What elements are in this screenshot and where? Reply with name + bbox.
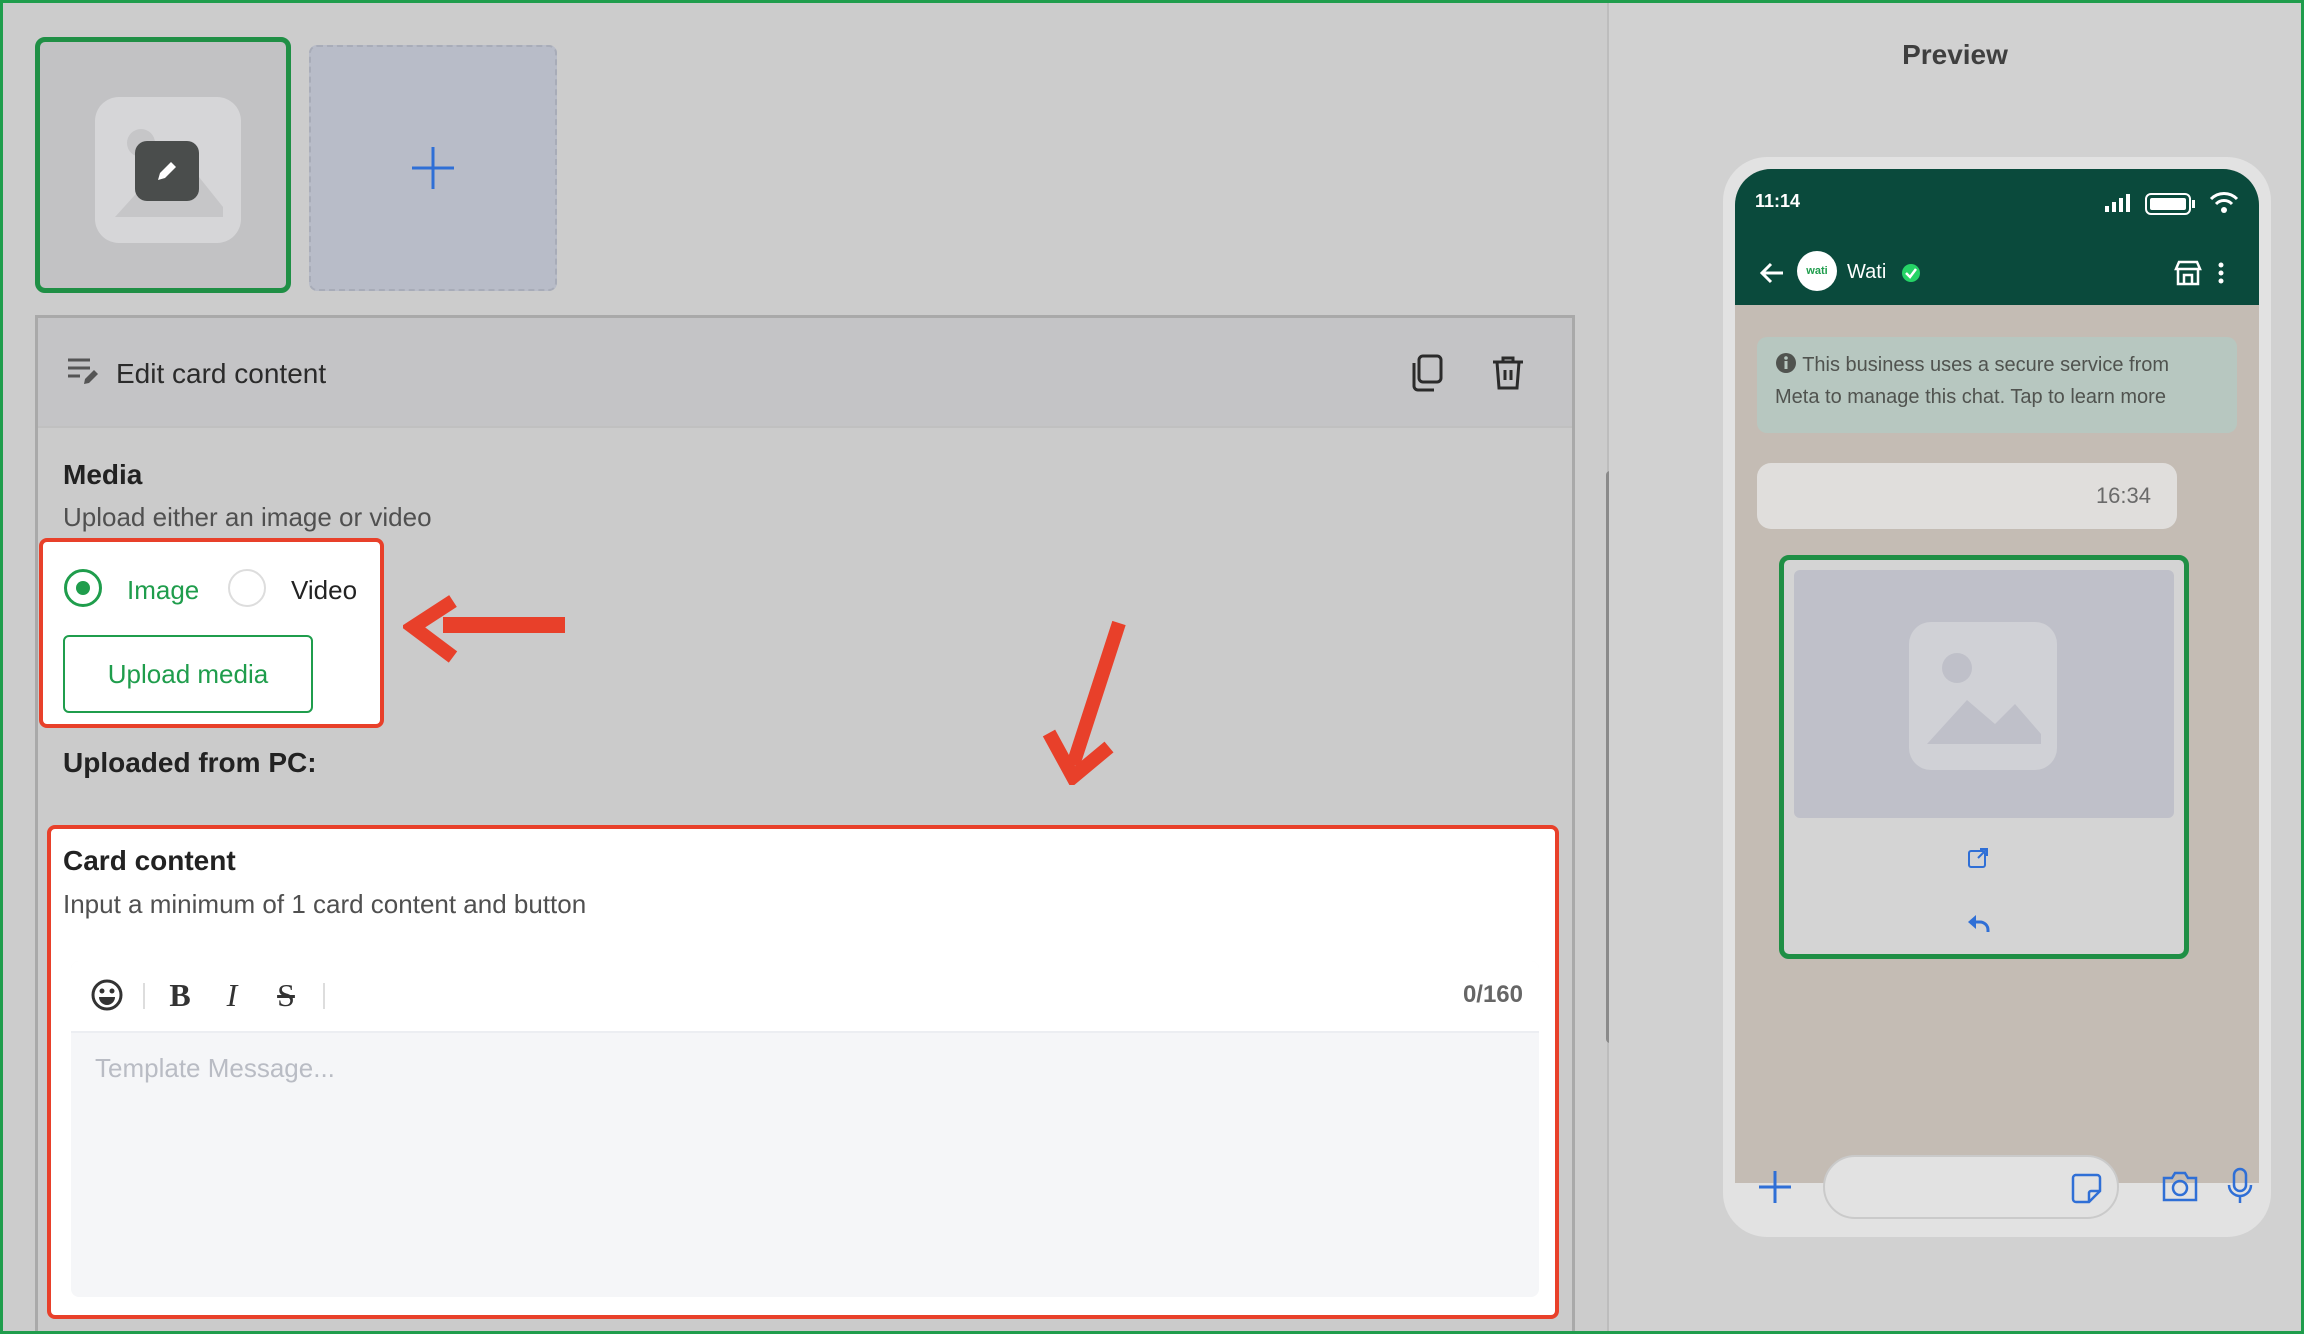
security-notice-text: This business uses a secure service from… xyxy=(1775,354,2170,408)
annotation-arrow-down xyxy=(1042,620,1126,785)
video-radio[interactable] xyxy=(228,569,266,607)
preview-pane: Preview 11:14 wati Wati This business us… xyxy=(1609,3,2301,1331)
camera-icon[interactable] xyxy=(2161,1169,2199,1203)
plus-icon[interactable] xyxy=(1757,1169,1793,1205)
bold-icon[interactable]: B xyxy=(163,977,197,1013)
copy-icon[interactable] xyxy=(1410,354,1444,397)
edit-lines-icon xyxy=(66,356,100,391)
media-subtitle: Upload either an image or video xyxy=(63,502,432,532)
formatting-toolbar: B I S 0/160 xyxy=(71,961,1539,1033)
chat-header: 11:14 wati Wati xyxy=(1735,169,2259,305)
trash-icon[interactable] xyxy=(1490,354,1526,397)
chat-input-field[interactable] xyxy=(1823,1155,2119,1219)
panel-header: Edit card content xyxy=(38,318,1572,428)
toolbar-separator xyxy=(323,983,325,1009)
media-selector-highlight: Image Video Upload media xyxy=(39,538,384,728)
message-placeholder[interactable]: Template Message... xyxy=(95,1053,335,1084)
image-radio-label[interactable]: Image xyxy=(127,575,199,606)
annotation-arrow-left xyxy=(403,595,565,663)
toolbar-separator xyxy=(143,983,145,1009)
editor-pane: Edit card content Media Upload either an… xyxy=(3,3,1607,1331)
media-heading: Media xyxy=(63,459,143,490)
uploaded-from-pc-label: Uploaded from PC: xyxy=(63,747,317,778)
verified-badge-icon xyxy=(1902,264,1920,282)
character-counter: 0/160 xyxy=(1462,981,1523,1008)
image-placeholder-icon xyxy=(1909,622,2057,770)
contact-name: Wati xyxy=(1847,261,1887,283)
reply-icon[interactable] xyxy=(1966,912,1990,934)
emoji-icon[interactable] xyxy=(89,977,125,1013)
preview-title: Preview xyxy=(1902,39,2008,70)
card-content-highlight: Card content Input a minimum of 1 card c… xyxy=(47,825,1559,1319)
card-thumbnail-selected[interactable] xyxy=(35,37,291,293)
battery-icon xyxy=(2145,193,2195,215)
message-bubble: 16:34 xyxy=(1757,463,2177,529)
chat-input-bar xyxy=(1723,1137,2271,1237)
external-link-icon[interactable] xyxy=(1966,846,1990,870)
security-notice[interactable]: This business uses a secure service from… xyxy=(1757,337,2237,433)
upload-media-button[interactable]: Upload media xyxy=(63,635,313,713)
image-radio[interactable] xyxy=(64,569,102,607)
status-time: 11:14 xyxy=(1755,191,1801,211)
avatar: wati xyxy=(1797,251,1837,291)
info-icon xyxy=(1776,353,1796,373)
app-frame: Edit card content Media Upload either an… xyxy=(0,0,2304,1334)
preview-card xyxy=(1779,555,2189,959)
wifi-icon xyxy=(2209,192,2239,213)
plus-icon xyxy=(412,147,454,189)
card-content-heading: Card content xyxy=(63,845,236,876)
strikethrough-icon[interactable]: S xyxy=(269,977,303,1013)
card-content-subtitle: Input a minimum of 1 card content and bu… xyxy=(63,889,587,919)
sticker-icon[interactable] xyxy=(2069,1171,2103,1205)
add-card-button[interactable] xyxy=(309,45,557,291)
phone-screen: 11:14 wati Wati This business uses a sec… xyxy=(1735,169,2259,1183)
microphone-icon[interactable] xyxy=(2227,1167,2253,1205)
panel-title: Edit card content xyxy=(116,358,327,389)
preview-card-image xyxy=(1794,570,2174,818)
message-editor[interactable]: B I S 0/160 Template Message... xyxy=(71,961,1539,1297)
signal-icon xyxy=(2105,194,2130,212)
italic-icon[interactable]: I xyxy=(215,977,249,1013)
more-menu-icon[interactable] xyxy=(2217,261,2225,285)
shop-icon[interactable] xyxy=(2173,259,2203,287)
phone-mockup: 11:14 wati Wati This business uses a sec… xyxy=(1723,157,2271,1237)
pencil-icon[interactable] xyxy=(135,141,199,201)
message-time: 16:34 xyxy=(2095,483,2151,508)
video-radio-label[interactable]: Video xyxy=(291,575,357,606)
back-arrow-icon[interactable] xyxy=(1759,261,1785,285)
